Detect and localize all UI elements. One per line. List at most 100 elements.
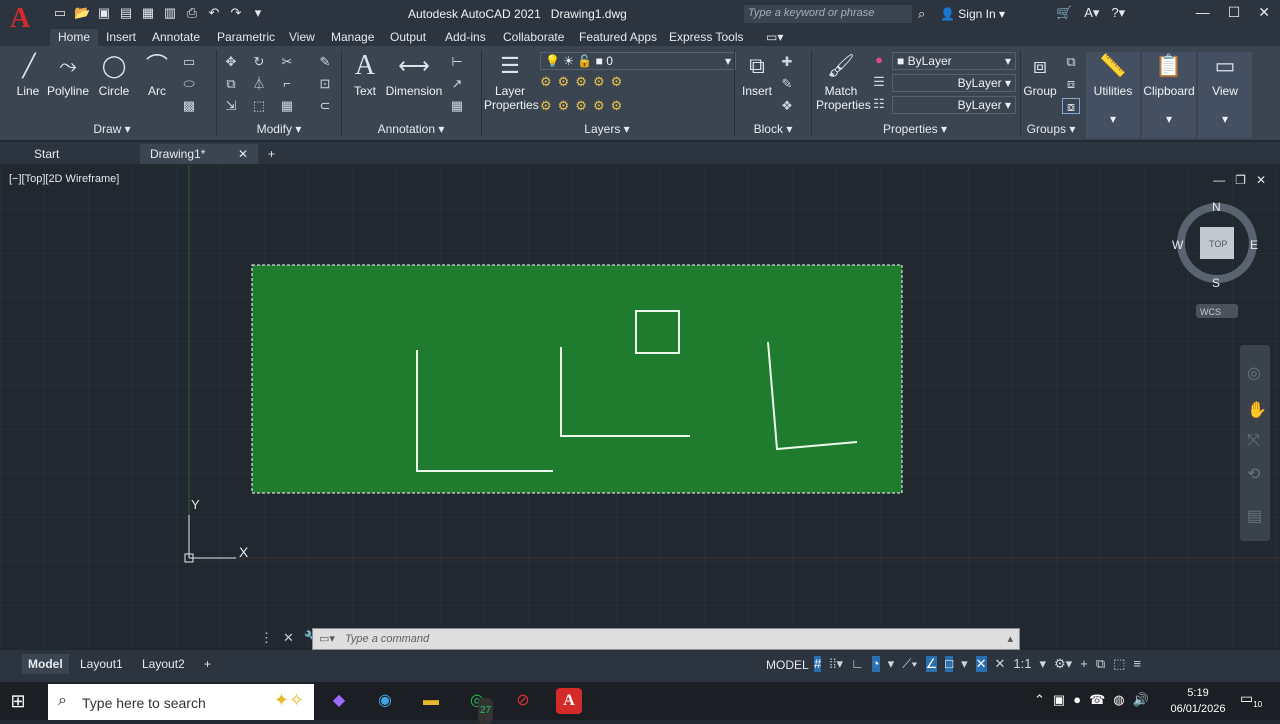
tab-layout1[interactable]: Layout1	[74, 654, 129, 674]
taskbar-search[interactable]: ⌕ Type here to search ✦✧	[48, 684, 314, 720]
annotation-visibility-icon[interactable]: ✕	[975, 656, 987, 672]
infer-constraints-icon[interactable]: ∟	[851, 656, 864, 672]
help-icon[interactable]: ?▾	[1111, 5, 1125, 21]
command-history-icon[interactable]: ▴	[1007, 632, 1013, 645]
print-icon[interactable]: ⎙	[184, 5, 200, 21]
tab-output[interactable]: Output	[382, 29, 434, 46]
ribbon-minimize-icon[interactable]: ▭▾	[758, 29, 791, 46]
move-icon[interactable]: ✥	[222, 54, 240, 70]
polar-dropdown-icon[interactable]: ▾	[888, 656, 895, 672]
windows-start-icon[interactable]: ⊞	[8, 691, 28, 711]
tab-express-tools[interactable]: Express Tools	[661, 29, 751, 46]
hatch-icon[interactable]: ▩	[180, 98, 198, 114]
camera-icon[interactable]: ▣	[1053, 692, 1065, 708]
viewcube-north[interactable]: N	[1212, 200, 1221, 214]
add-icon[interactable]: +	[1080, 656, 1088, 672]
scale-icon[interactable]: ⬚	[250, 98, 268, 114]
create-block-icon[interactable]: ✚	[778, 54, 796, 70]
ungroup-icon[interactable]: ⧉	[1062, 54, 1080, 70]
block-panel-title[interactable]: Block ▾	[736, 120, 810, 138]
layers-panel-title[interactable]: Layers ▾	[482, 120, 732, 138]
command-close-icon[interactable]: ✕	[283, 630, 294, 646]
a360-icon[interactable]: A▾	[1084, 5, 1099, 21]
tab-manage[interactable]: Manage	[323, 29, 382, 46]
grip-icon[interactable]: ⋮	[260, 630, 273, 646]
tab-annotate[interactable]: Annotate	[144, 29, 208, 46]
pan-icon[interactable]: ✋	[1247, 400, 1267, 419]
view-button[interactable]: ▭ View ▾	[1198, 52, 1252, 138]
new-tab-icon[interactable]: +	[258, 144, 285, 164]
copy-icon[interactable]: ⧉	[222, 76, 240, 92]
customize-qat-icon[interactable]: ▾	[250, 5, 266, 21]
linetype-dropdown[interactable]: ByLayer ▾	[892, 74, 1016, 92]
group-selection-icon[interactable]: ⧇	[1062, 98, 1080, 114]
network-icon[interactable]: ☎	[1089, 692, 1105, 708]
dimension-button[interactable]: ⟷ Dimension	[384, 52, 444, 98]
tab-model[interactable]: Model	[22, 654, 69, 674]
customize-status-icon[interactable]: ≡	[1133, 656, 1141, 672]
trim-icon[interactable]: ✂	[278, 54, 296, 70]
layer-tools-row-2[interactable]: ⚙⚙⚙⚙⚙	[540, 98, 628, 114]
tab-featured-apps[interactable]: Featured Apps	[571, 29, 665, 46]
erase-icon[interactable]: ✎	[316, 54, 334, 70]
match-properties-button[interactable]: 🖌 Match Properties	[816, 52, 871, 112]
viewport-controls[interactable]: [−][Top][2D Wireframe]	[9, 173, 119, 185]
line-button[interactable]: ╱ Line	[12, 52, 44, 98]
layer-dropdown[interactable]: 💡 ☀ 🔓 ■ 0 ▾	[540, 52, 736, 70]
annotation-scale-label[interactable]: 1:1	[1013, 656, 1031, 672]
autocad-taskbar-icon[interactable]: A	[556, 688, 582, 714]
web-save-icon[interactable]: ▦	[140, 5, 156, 21]
drawing-area[interactable]: Y X TOP N S E W WCS ◎ ✋ ⤧ ⟲ ▤	[0, 165, 1280, 647]
tab-collaborate[interactable]: Collaborate	[495, 29, 572, 46]
screen-recorder-icon[interactable]: ⊘	[510, 688, 536, 714]
search-icon[interactable]: ⌕	[918, 6, 925, 22]
file-explorer-icon[interactable]: ▬	[418, 688, 444, 714]
close-tab-icon[interactable]: ✕	[238, 144, 248, 164]
circle-button[interactable]: ◯ Circle	[96, 52, 132, 98]
clean-screen-icon[interactable]: ⬚	[1113, 656, 1125, 672]
draw-panel-title[interactable]: Draw ▾	[8, 120, 216, 138]
steering-wheel-icon[interactable]: ◎	[1247, 365, 1261, 382]
layer-tools-row-1[interactable]: ⚙⚙⚙⚙⚙	[540, 74, 628, 90]
units-icon[interactable]: ⧉	[1096, 656, 1105, 672]
tab-parametric[interactable]: Parametric	[209, 29, 283, 46]
insert-button[interactable]: ⧉ Insert	[740, 52, 774, 98]
edit-block-icon[interactable]: ✎	[778, 76, 796, 92]
polyline-button[interactable]: ⤳ Polyline	[46, 52, 90, 98]
maximize-icon[interactable]: ☐	[1228, 4, 1241, 21]
rectangle-icon[interactable]: ▭	[180, 54, 198, 70]
tab-drawing1[interactable]: Drawing1* ✕	[140, 144, 258, 164]
tab-home[interactable]: Home	[50, 29, 99, 46]
explode-icon[interactable]: ⊡	[316, 76, 334, 92]
whatsapp-icon[interactable]: ◎ 27	[464, 688, 494, 724]
taskbar-clock[interactable]: 5:19 06/01/2026	[1166, 685, 1230, 717]
add-layout-icon[interactable]: +	[198, 654, 217, 674]
viewport-minimize-icon[interactable]: —	[1213, 173, 1225, 187]
viewport-close-icon[interactable]: ✕	[1256, 173, 1266, 187]
object-snap-icon[interactable]: □	[945, 656, 954, 672]
close-icon[interactable]: ✕	[1258, 4, 1270, 21]
clipboard-button[interactable]: 📋 Clipboard ▾	[1142, 52, 1196, 138]
annotation-panel-title[interactable]: Annotation ▾	[342, 120, 480, 138]
tab-layout2[interactable]: Layout2	[136, 654, 191, 674]
group-button[interactable]: ⧈ Group	[1022, 52, 1058, 98]
array-icon[interactable]: ▦	[278, 98, 296, 114]
save-icon[interactable]: ▣	[96, 5, 112, 21]
arc-button[interactable]: ⌒ Arc	[140, 52, 174, 98]
workspace-gear-icon[interactable]: ⚙▾	[1054, 656, 1072, 672]
zoom-icon[interactable]: ⤧	[1247, 432, 1260, 449]
tab-insert[interactable]: Insert	[98, 29, 144, 46]
command-input[interactable]: ▭▾ Type a command ▴	[312, 628, 1020, 650]
grid-display-icon[interactable]: #	[814, 656, 822, 672]
linear-dim-icon[interactable]: ⊢	[448, 54, 466, 70]
sign-in-button[interactable]: 👤 Sign In ▾	[940, 7, 1005, 21]
viewport-restore-icon[interactable]: ❐	[1235, 173, 1246, 187]
rotate-icon[interactable]: ↻	[250, 54, 268, 70]
tab-add-ins[interactable]: Add-ins	[437, 29, 494, 46]
save-as-icon[interactable]: ▤	[118, 5, 134, 21]
scale-dropdown-icon[interactable]: ▾	[1040, 656, 1047, 672]
language-icon[interactable]: ◍	[1113, 692, 1124, 708]
orbit-icon[interactable]: ⟲	[1247, 466, 1261, 483]
new-icon[interactable]: ▭	[52, 5, 68, 21]
leader-icon[interactable]: ↗	[448, 76, 466, 92]
